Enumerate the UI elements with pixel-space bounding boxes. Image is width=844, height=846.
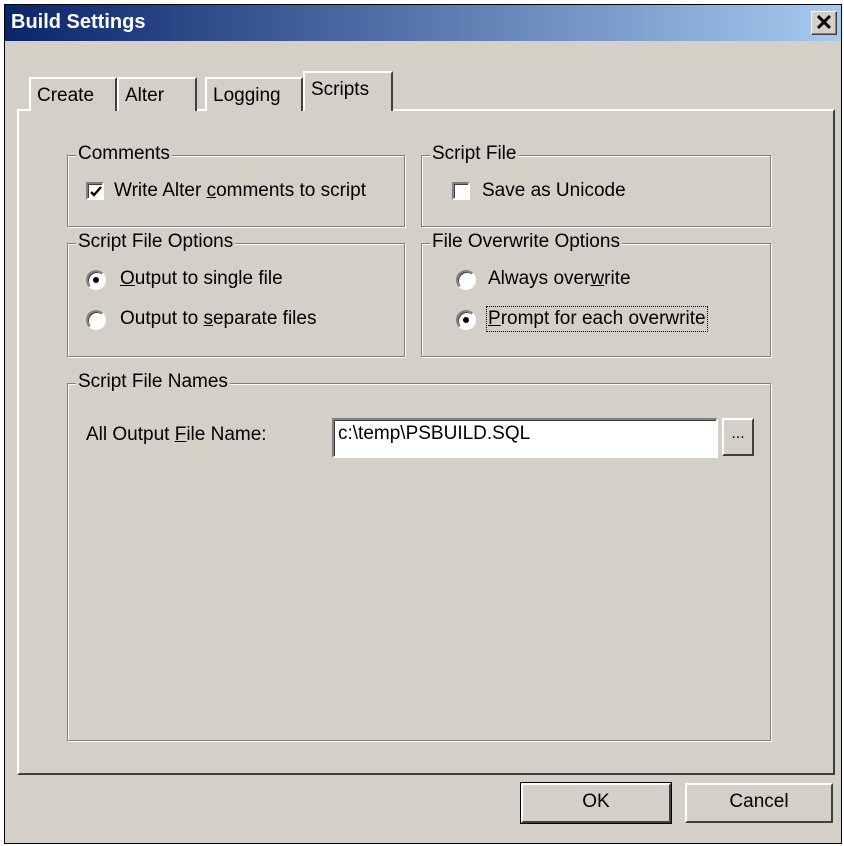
label-part: utput to single file bbox=[134, 268, 283, 289]
tab-create[interactable]: Create bbox=[29, 77, 117, 111]
output-single-file-radio[interactable] bbox=[86, 270, 106, 290]
label-mnemonic: F bbox=[174, 424, 187, 445]
browse-button[interactable]: ... bbox=[722, 418, 754, 456]
script-file-group: Script File Save as Unicode bbox=[421, 143, 771, 227]
output-separate-files-radio[interactable] bbox=[86, 310, 106, 330]
tab-alter[interactable]: Alter bbox=[117, 77, 197, 111]
close-icon: ✕ bbox=[814, 10, 834, 35]
script-file-names-group-label: Script File Names bbox=[76, 371, 230, 393]
label-mnemonic: O bbox=[120, 268, 135, 289]
tab-scripts[interactable]: Scripts bbox=[303, 71, 393, 111]
close-button[interactable]: ✕ bbox=[811, 11, 837, 35]
label-mnemonic: s bbox=[203, 308, 213, 329]
radio-selected-dot bbox=[93, 277, 99, 283]
save-as-unicode-checkbox[interactable] bbox=[452, 182, 470, 200]
dialog-title: Build Settings bbox=[11, 11, 146, 33]
file-overwrite-options-group-label: File Overwrite Options bbox=[430, 231, 622, 253]
all-output-file-name-label: All Output File Name: bbox=[86, 424, 267, 446]
cancel-button[interactable]: Cancel bbox=[685, 783, 833, 823]
label-part: Always over bbox=[488, 268, 591, 289]
label-part: All Output bbox=[86, 424, 175, 445]
always-overwrite-label[interactable]: Always overwrite bbox=[488, 268, 631, 290]
label-part: Output to bbox=[120, 308, 204, 329]
label-part: omments to script bbox=[216, 180, 366, 201]
script-file-options-group-label: Script File Options bbox=[76, 231, 236, 253]
output-file-name-input[interactable]: c:\temp\PSBUILD.SQL bbox=[332, 418, 718, 458]
label-mnemonic: c bbox=[206, 180, 217, 201]
write-alter-comments-checkbox[interactable] bbox=[86, 182, 104, 200]
file-overwrite-options-group: File Overwrite Options Always overwrite … bbox=[421, 231, 771, 357]
write-alter-comments-label[interactable]: Write Alter comments to script bbox=[114, 180, 366, 202]
label-part: Write Alter bbox=[114, 180, 207, 201]
tab-logging[interactable]: Logging bbox=[205, 77, 303, 111]
label-part: rite bbox=[604, 268, 631, 289]
build-settings-dialog: Build Settings ✕ Comments Write Alter co… bbox=[4, 4, 842, 844]
label-mnemonic: P bbox=[488, 308, 501, 329]
radio-selected-dot bbox=[463, 317, 469, 323]
label-part: ile Name: bbox=[186, 424, 267, 445]
comments-group: Comments Write Alter comments to script bbox=[67, 143, 405, 227]
always-overwrite-radio[interactable] bbox=[456, 270, 476, 290]
output-single-file-label[interactable]: Output to single file bbox=[120, 268, 283, 290]
label-mnemonic: w bbox=[590, 268, 605, 289]
scripts-tab-panel: Comments Write Alter comments to script … bbox=[17, 109, 835, 775]
script-file-options-group: Script File Options Output to single fil… bbox=[67, 231, 405, 357]
label-part: eparate files bbox=[212, 308, 317, 329]
save-as-unicode-label[interactable]: Save as Unicode bbox=[482, 180, 626, 202]
script-file-names-group: Script File Names All Output File Name: … bbox=[67, 371, 771, 741]
label-part: rompt for each overwrite bbox=[500, 308, 706, 329]
comments-group-label: Comments bbox=[76, 143, 172, 165]
title-bar[interactable]: Build Settings ✕ bbox=[5, 5, 841, 41]
script-file-group-label: Script File bbox=[430, 143, 519, 165]
output-separate-files-label[interactable]: Output to separate files bbox=[120, 308, 316, 330]
ok-button[interactable]: OK bbox=[520, 782, 672, 824]
checkmark-icon bbox=[90, 186, 102, 197]
prompt-each-overwrite-label[interactable]: Prompt for each overwrite bbox=[486, 306, 708, 332]
prompt-each-overwrite-radio[interactable] bbox=[456, 310, 476, 330]
